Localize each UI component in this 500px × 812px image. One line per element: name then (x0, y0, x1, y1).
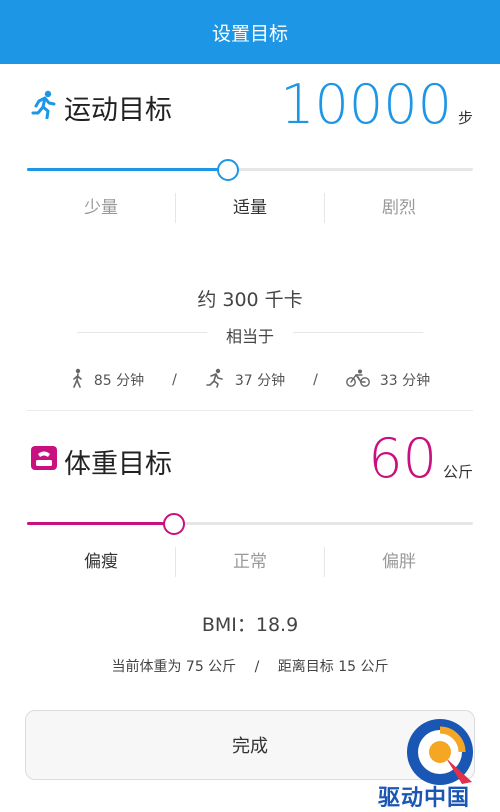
exercise-slider-thumb[interactable] (217, 159, 239, 181)
level-normal[interactable]: 正常 (176, 547, 325, 577)
level-underweight[interactable]: 偏瘦 (27, 547, 176, 577)
calorie-estimate: 约 300 千卡 (197, 289, 303, 311)
weight-slider-thumb[interactable] (163, 513, 185, 535)
page-title: 设置目标 (211, 22, 288, 45)
step-count: 10000 (280, 73, 452, 136)
separator: / (254, 659, 260, 675)
weight-unit: 公斤 (442, 463, 473, 481)
watermark-text: 驱动中国 (378, 786, 471, 811)
running-icon (205, 368, 225, 392)
weight-slider[interactable] (27, 513, 473, 535)
distance-to-goal: 距离目标 15 公斤 (277, 659, 389, 675)
current-weight: 当前体重为 75 公斤 (111, 659, 237, 675)
section-divider (27, 410, 473, 411)
step-unit: 步 (457, 109, 473, 127)
level-intense[interactable]: 剧烈 (325, 193, 473, 223)
walking-icon (70, 368, 84, 392)
running-equivalent: 37 分钟 (205, 368, 285, 392)
weight-number: 60 (368, 427, 437, 490)
scale-icon (30, 444, 58, 479)
step-goal-value: 10000 步 (280, 78, 473, 132)
cycling-icon (345, 369, 370, 391)
cycling-equivalent: 33 分钟 (345, 369, 431, 391)
weight-summary: 当前体重为 75 公斤 / 距离目标 15 公斤 (0, 656, 500, 676)
separator: / (313, 372, 318, 388)
level-moderate[interactable]: 适量 (176, 193, 325, 223)
weight-goal-value: 60 公斤 (368, 432, 473, 486)
level-overweight[interactable]: 偏胖 (325, 547, 473, 577)
app-header: 设置目标 (0, 0, 500, 64)
exercise-goal-title: 运动目标 (30, 88, 172, 127)
exercise-slider[interactable] (27, 159, 473, 181)
level-light[interactable]: 少量 (27, 193, 176, 223)
walking-duration: 85 分钟 (93, 373, 145, 389)
activity-equivalents: 85 分钟 / 37 分钟 / 33 分钟 (0, 368, 500, 392)
exercise-level-options: 少量 适量 剧烈 (27, 193, 473, 223)
equivalent-label: 相当于 (225, 327, 274, 346)
weight-level-options: 偏瘦 正常 偏胖 (27, 547, 473, 577)
bmi-value: BMI：18.9 (201, 614, 299, 636)
walking-equivalent: 85 分钟 (70, 368, 144, 392)
separator: / (172, 372, 177, 388)
exercise-slider-fill (27, 168, 228, 171)
exercise-goal-label: 运动目标 (64, 95, 172, 126)
running-duration: 37 分钟 (234, 373, 286, 389)
weight-slider-fill (27, 522, 174, 525)
weight-goal-label: 体重目标 (64, 449, 172, 480)
running-icon (30, 89, 58, 126)
weight-goal-title: 体重目标 (30, 442, 172, 481)
done-button-label: 完成 (232, 736, 268, 757)
cycling-duration: 33 分钟 (379, 373, 431, 389)
